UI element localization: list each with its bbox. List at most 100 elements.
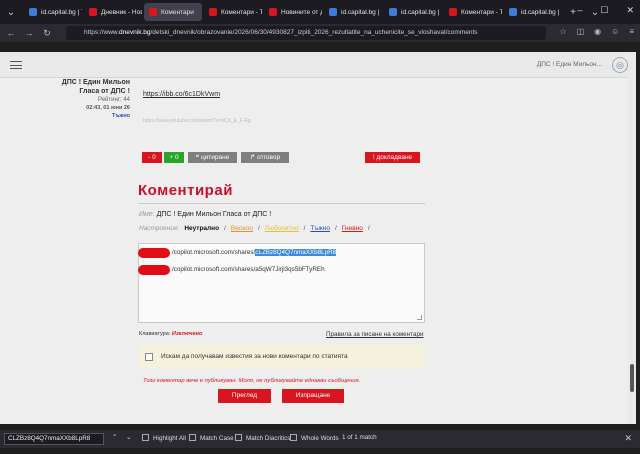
browser-tab[interactable]: Новините от д: [264, 3, 322, 21]
site-header: ДПС ! Един Мильон... ◎: [0, 52, 636, 78]
comment-author-name[interactable]: ДПС ! Един Мильон Гласа от ДПС !: [40, 78, 130, 96]
reply-button[interactable]: ↱ отговор: [241, 152, 289, 163]
comment-link[interactable]: https://ibb.co/6c1DkVwm: [143, 91, 220, 98]
close-window-icon[interactable]: ✕: [626, 5, 634, 16]
site-user-name[interactable]: ДПС ! Един Мильон...: [537, 61, 602, 68]
highlight-all-option[interactable]: Highlight All: [142, 434, 186, 442]
redaction-mark: [138, 265, 170, 275]
menu-icon[interactable]: ≡: [629, 27, 634, 36]
tab-favicon-icon: [449, 8, 457, 16]
reload-icon[interactable]: ↻: [40, 28, 54, 39]
notify-checkbox[interactable]: [145, 353, 153, 361]
comment-author-rating: Рейтинг: 44: [97, 97, 130, 103]
mood-option[interactable]: Гневно: [342, 225, 363, 232]
match-case-checkbox[interactable]: [189, 434, 196, 441]
comment-form-heading: Коментирай: [138, 182, 233, 199]
highlight-all-label: Highlight All: [153, 435, 186, 442]
keyboard-toggle[interactable]: Клавиатура: Изключено: [139, 331, 202, 337]
find-previous-icon[interactable]: ⌃: [112, 434, 117, 441]
browser-tab[interactable]: Коментари: [144, 3, 202, 21]
nav-toolbar: ← → ↻ https://www.dnevnik.bg/detski_dnev…: [0, 24, 640, 42]
scrollbar-thumb[interactable]: [630, 364, 634, 392]
duplicate-warning: Този коментар вече е публикуван. Моля, н…: [143, 378, 361, 384]
tab-label: Новините от д: [281, 8, 322, 16]
tab-favicon-icon: [29, 8, 37, 16]
preview-button[interactable]: Преглед: [218, 389, 271, 403]
rules-link[interactable]: Правила за писане на коментари: [326, 331, 423, 338]
match-diacritics-label: Match Diacritics: [246, 435, 291, 442]
maximize-icon[interactable]: ☐: [600, 5, 608, 16]
vote-down-button[interactable]: - 0: [142, 152, 162, 163]
comment-textarea[interactable]: /copilot.microsoft.com/shares/cLZBz8Q4Q7…: [138, 243, 425, 323]
tab-favicon-icon: [269, 8, 277, 16]
notify-label[interactable]: Искам да получавам известия за нови коме…: [161, 353, 348, 360]
extensions-icon[interactable]: ◉: [594, 27, 601, 36]
tab-label: id.capital.bg |: [341, 8, 380, 16]
whole-words-checkbox[interactable]: [290, 434, 297, 441]
name-value: ДПС ! Един Мильон Гласа от ДПС !: [156, 211, 272, 218]
tab-favicon-icon: [329, 8, 337, 16]
reply-label: отговор: [257, 154, 281, 161]
comment-mood: Тъжно: [112, 113, 130, 119]
hamburger-menu-icon[interactable]: [10, 61, 22, 69]
comment-author-block: ДПС ! Един Мильон Гласа от ДПС ! Рейтинг…: [40, 78, 130, 119]
url-path: /detski_dnevnik/obrazovanie/2026/06/30/4…: [150, 29, 478, 36]
highlight-all-checkbox[interactable]: [142, 434, 149, 441]
mood-option[interactable]: Любопитно: [265, 225, 299, 232]
account-icon[interactable]: ☺: [611, 27, 619, 36]
mood-label: Настроение:: [139, 225, 180, 232]
close-find-bar-icon[interactable]: ✕: [624, 433, 632, 444]
url-bar[interactable]: https://www.dnevnik.bg/detski_dnevnik/ob…: [66, 26, 546, 40]
url-host: dnevnik.bg: [119, 29, 151, 36]
find-highlight: cLZBz8Q4Q7nmaXXb8LpR8: [255, 249, 337, 256]
resize-handle-icon[interactable]: [417, 315, 422, 320]
textarea-line-2: /copilot.microsoft.com/shares/a5qW7Jirjl…: [172, 266, 325, 273]
tab-label: Дневник - Нов: [101, 8, 142, 16]
whole-words-option[interactable]: Whole Words: [290, 434, 339, 442]
notify-box: Искам да получавам известия за нови коме…: [138, 345, 425, 369]
mood-separator: /: [224, 225, 226, 232]
find-bar: CLZBz8Q4Q7nmaXXb8LpR8 ⌃ ⌄ Highlight All …: [0, 430, 640, 448]
mood-separator: /: [257, 225, 260, 232]
mood-option[interactable]: Весело: [231, 225, 253, 232]
send-button[interactable]: Изпращане: [282, 389, 344, 403]
find-next-icon[interactable]: ⌄: [126, 434, 131, 441]
tab-strip: ⌄ id.capital.bg | Т Дневник - Нов Коментар…: [0, 0, 640, 24]
match-diacritics-option[interactable]: Match Diacritics: [235, 434, 290, 442]
pocket-icon[interactable]: ◫: [577, 27, 585, 36]
textarea-line-1: /copilot.microsoft.com/shares/cLZBz8Q4Q7…: [172, 249, 337, 256]
mood-option[interactable]: Тъжно: [310, 225, 330, 232]
find-input[interactable]: CLZBz8Q4Q7nmaXXb8LpR8: [4, 433, 104, 445]
comment-date: 02:43, 01 юни 26: [86, 105, 130, 111]
tab-label: Коментари - Т: [221, 8, 262, 16]
minimize-icon[interactable]: –: [577, 5, 582, 16]
report-button[interactable]: ! докладване: [365, 152, 420, 163]
back-icon[interactable]: ←: [4, 28, 18, 38]
tab-favicon-icon: [149, 8, 157, 16]
user-avatar-icon[interactable]: ◎: [612, 57, 628, 73]
page-scrollbar[interactable]: [628, 52, 636, 424]
report-label: докладване: [376, 154, 413, 161]
match-diacritics-checkbox[interactable]: [235, 434, 242, 441]
browser-tab[interactable]: id.capital.bg |: [384, 3, 442, 21]
browser-tab[interactable]: Коментари - Т: [444, 3, 502, 21]
keyboard-state[interactable]: Изключено: [172, 331, 202, 337]
forward-icon[interactable]: →: [22, 28, 36, 38]
tab-favicon-icon: [89, 8, 97, 16]
tab-favicon-icon: [209, 8, 217, 16]
browser-tab[interactable]: id.capital.bg |: [324, 3, 382, 21]
vote-up-button[interactable]: + 0: [164, 152, 184, 163]
browser-tab[interactable]: Дневник - Нов: [84, 3, 142, 21]
tab-list-icon[interactable]: ⌄: [0, 7, 22, 18]
match-case-option[interactable]: Match Case: [189, 434, 234, 442]
browser-tab[interactable]: id.capital.bg | Т: [24, 3, 82, 21]
mood-option[interactable]: Неутрално: [184, 225, 219, 232]
mood-separator: /: [335, 225, 337, 232]
find-result-count: 1 of 1 match: [342, 434, 377, 441]
bookmark-star-icon[interactable]: ☆: [559, 27, 566, 36]
browser-tab[interactable]: id.capital.bg |: [504, 3, 562, 21]
quote-button[interactable]: ❝ цитиране: [188, 152, 237, 163]
mood-separator: /: [367, 225, 370, 232]
tab-label: Коментари - Т: [461, 8, 502, 16]
browser-tab[interactable]: Коментари - Т: [204, 3, 262, 21]
